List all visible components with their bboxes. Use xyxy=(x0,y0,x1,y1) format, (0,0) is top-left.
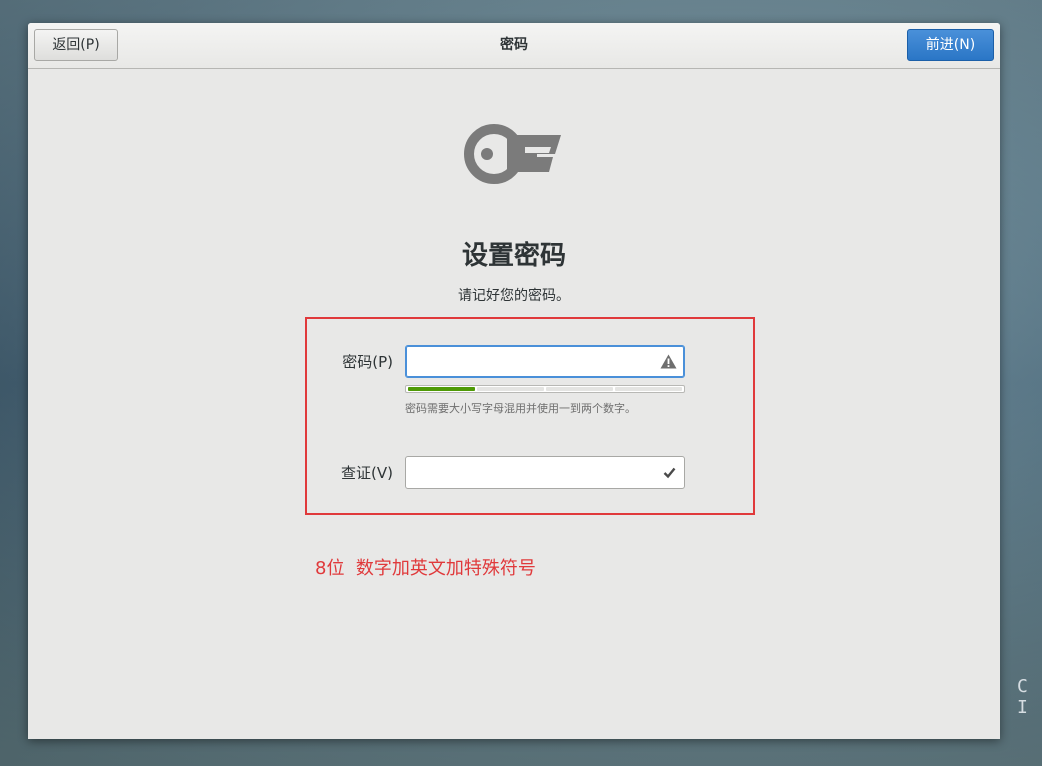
strength-segment xyxy=(615,387,682,391)
page-title: 设置密码 xyxy=(461,241,566,271)
password-hint: 密码需要大小写字母混用并使用一到两个数字。 xyxy=(405,402,636,415)
strength-segment xyxy=(477,387,544,391)
verify-label: 查证(V) xyxy=(341,464,393,482)
password-label: 密码(P) xyxy=(342,353,393,371)
warning-icon xyxy=(660,354,677,369)
next-button[interactable]: 前进(N) xyxy=(907,29,994,61)
password-field[interactable] xyxy=(412,346,646,377)
strength-segment xyxy=(408,387,475,391)
setup-window: 返回(P) 密码 前进(N) 设置密码 请记好您的密码。 密码(P) 密码需要大… xyxy=(28,23,1000,739)
password-strength-bar xyxy=(405,385,685,393)
key-icon xyxy=(464,124,561,184)
check-icon xyxy=(663,467,676,479)
verify-field[interactable] xyxy=(412,457,646,488)
password-field-container[interactable] xyxy=(405,345,685,378)
annotation-text: 8位 数字加英文加特殊符号 xyxy=(315,558,536,579)
page-subtitle: 请记好您的密码。 xyxy=(458,288,570,304)
desktop-corner-text: C I xyxy=(1017,676,1034,718)
verify-field-container[interactable] xyxy=(405,456,685,489)
header-bar: 返回(P) 密码 前进(N) xyxy=(28,23,1000,69)
header-title: 密码 xyxy=(500,37,528,53)
strength-segment xyxy=(546,387,613,391)
